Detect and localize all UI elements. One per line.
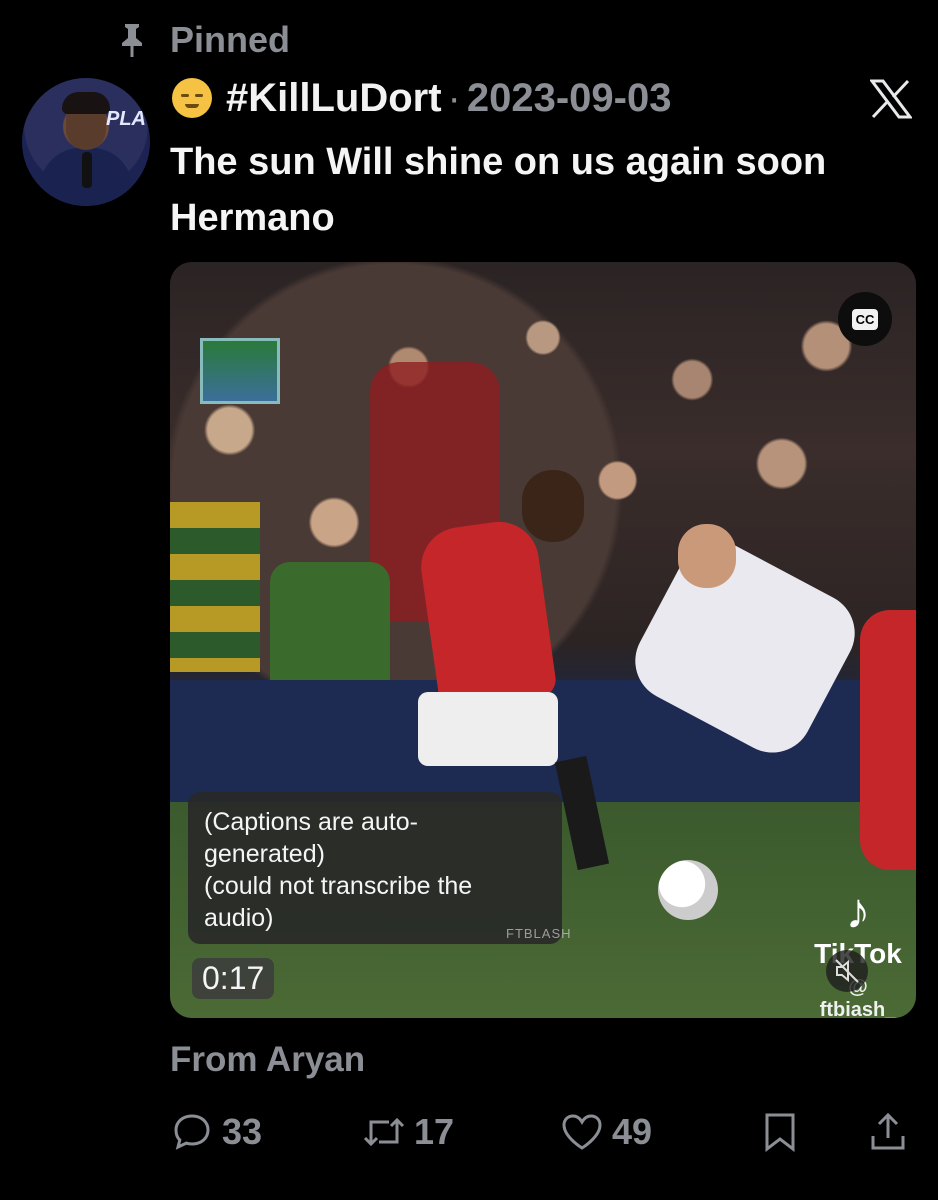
tiktok-logo-icon: ♪ (845, 883, 871, 939)
video-player[interactable]: CC (Captions are auto- generated) (could… (170, 262, 916, 1018)
bookmark-button[interactable] (758, 1104, 810, 1160)
source-label: From Aryan (170, 1040, 366, 1079)
avatar[interactable]: PLA (22, 78, 150, 206)
caption-line: (Captions are auto- (204, 808, 419, 836)
video-time-remaining: 0:17 (192, 958, 275, 999)
bookmark-icon (758, 1110, 802, 1154)
cc-icon: CC (851, 308, 879, 330)
football (658, 860, 718, 920)
video-watermark: FTBLASH (506, 926, 572, 941)
like-count: 49 (612, 1111, 653, 1152)
reply-count: 33 (222, 1111, 263, 1152)
captions-box: (Captions are auto- generated) (could no… (188, 792, 562, 944)
caption-line: generated) (204, 840, 325, 868)
heart-icon (560, 1110, 604, 1154)
pinned-indicator: Pinned (112, 18, 290, 62)
tweet-date[interactable]: 2023-09-03 (467, 76, 672, 121)
retweet-icon (362, 1110, 406, 1154)
tiktok-watermark: ♪ TikTok @ ftbiash_ (808, 884, 908, 1018)
sad-face-icon (172, 78, 212, 118)
author-name[interactable]: #KillLuDort (226, 76, 442, 121)
share-button[interactable] (866, 1104, 918, 1160)
reply-icon (170, 1110, 214, 1154)
speaker-muted-icon (835, 959, 859, 983)
caption-line: (could not transcribe the (204, 872, 473, 900)
retweet-button[interactable]: 17 (362, 1104, 454, 1160)
retweet-count: 17 (414, 1111, 455, 1152)
reply-button[interactable]: 33 (170, 1104, 262, 1160)
like-button[interactable]: 49 (560, 1104, 652, 1160)
pinned-label: Pinned (170, 19, 291, 60)
separator-dot: · (447, 75, 461, 120)
tweet-header: #KillLuDort · 2023-09-03 (172, 72, 671, 124)
pin-icon (112, 20, 152, 60)
x-logo-icon[interactable] (866, 74, 916, 124)
tweet-text: The sun Will shine on us again soon Herm… (170, 141, 827, 239)
tweet-actions: 33 17 49 (170, 1104, 910, 1160)
share-icon (866, 1110, 910, 1154)
closed-captions-button[interactable]: CC (838, 292, 892, 346)
mute-button[interactable] (826, 950, 868, 992)
caption-line: audio) (204, 904, 274, 932)
